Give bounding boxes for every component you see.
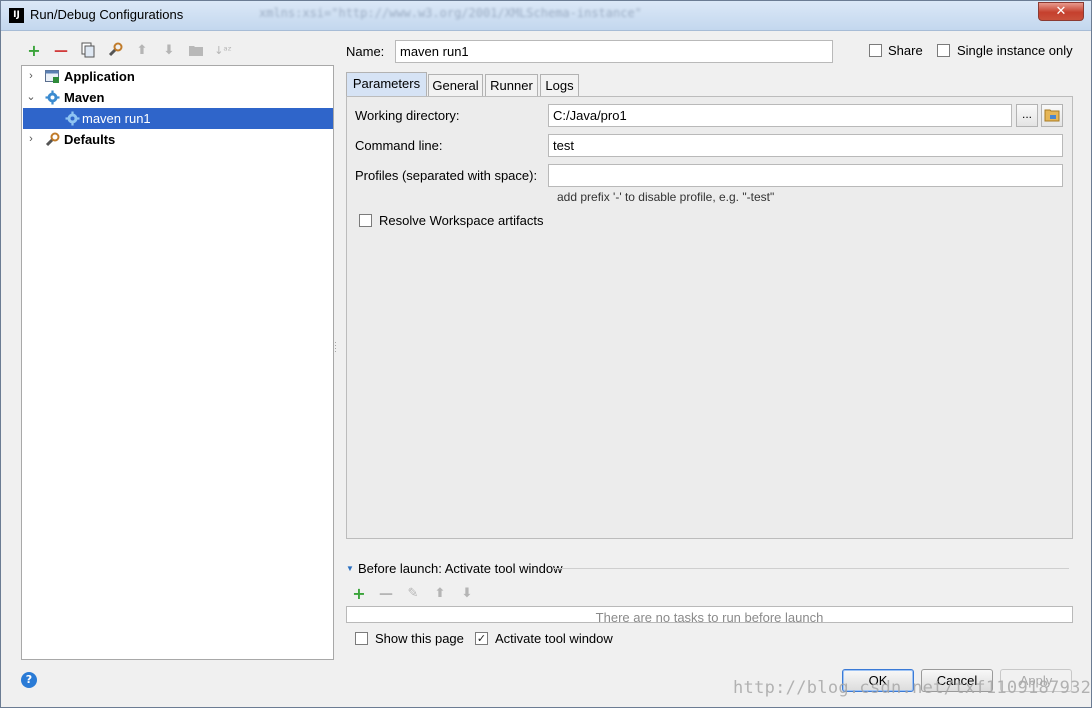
profiles-hint: add prefix '-' to disable profile, e.g. … <box>557 190 775 204</box>
resolve-workspace-checkbox[interactable] <box>359 214 372 227</box>
sort-icon[interactable]: ↓ᵃᶻ <box>214 42 232 60</box>
tab-runner[interactable]: Runner <box>485 74 538 96</box>
tab-logs[interactable]: Logs <box>540 74 579 96</box>
working-directory-field[interactable]: C:/Java/pro1 <box>548 104 1012 127</box>
browse-button[interactable]: ... <box>1016 104 1038 127</box>
title-bar-background-text: xmlns:xsi="http://www.w3.org/2001/XMLSch… <box>259 6 642 20</box>
command-line-field[interactable]: test <box>548 134 1063 157</box>
run-debug-configurations-dialog: IJ Run/Debug Configurations xmlns:xsi="h… <box>0 0 1092 708</box>
maven-gear-icon <box>45 90 60 105</box>
before-launch-title[interactable]: Before launch: Activate tool window <box>358 561 563 576</box>
tree-item-defaults[interactable]: › Defaults <box>23 129 333 150</box>
share-label: Share <box>888 43 923 58</box>
name-label: Name: <box>346 44 385 59</box>
remove-icon[interactable]: — <box>52 42 70 60</box>
edit-task-icon[interactable]: ✎ <box>404 585 422 603</box>
expand-triangle-icon[interactable]: ▼ <box>346 564 354 573</box>
single-instance-checkbox[interactable] <box>937 44 950 57</box>
tree-item-label: maven run1 <box>82 111 151 126</box>
tree-item-label: Defaults <box>64 132 116 147</box>
command-line-label: Command line: <box>355 138 443 153</box>
resolve-workspace-label: Resolve Workspace artifacts <box>379 213 544 228</box>
tree-item-label: Application <box>64 69 135 84</box>
share-checkbox[interactable] <box>869 44 882 57</box>
close-window-button[interactable]: ✕ <box>1038 2 1084 21</box>
configuration-tree[interactable]: › Application ⌄ Maven maven run1 › Defau… <box>21 65 334 660</box>
tab-general[interactable]: General <box>428 74 483 96</box>
working-directory-label: Working directory: <box>355 108 460 123</box>
module-folder-button[interactable] <box>1041 104 1063 127</box>
show-page-checkbox[interactable] <box>355 632 368 645</box>
tab-parameters[interactable]: Parameters <box>346 72 427 96</box>
expand-arrow-icon[interactable]: › <box>25 129 37 150</box>
help-icon[interactable]: ? <box>21 672 37 688</box>
folder-icon[interactable] <box>187 42 205 60</box>
edit-defaults-icon[interactable] <box>106 42 124 60</box>
tree-item-maven-run1[interactable]: maven run1 <box>23 108 333 129</box>
tree-item-label: Maven <box>64 90 105 105</box>
profiles-label: Profiles (separated with space): <box>355 168 538 183</box>
separator-line <box>554 568 1069 569</box>
move-task-down-icon[interactable]: ⬇ <box>458 585 476 603</box>
tree-item-application[interactable]: › Application <box>23 66 333 87</box>
add-task-icon[interactable]: + <box>350 585 368 603</box>
empty-task-list-text: There are no tasks to run before launch <box>595 610 824 623</box>
expand-arrow-icon[interactable]: › <box>25 66 37 87</box>
copy-icon[interactable] <box>79 42 97 60</box>
tree-item-maven[interactable]: ⌄ Maven <box>23 87 333 108</box>
activate-tool-window-label: Activate tool window <box>495 631 613 646</box>
title-bar: IJ Run/Debug Configurations xmlns:xsi="h… <box>1 1 1091 31</box>
show-page-label: Show this page <box>375 631 464 646</box>
window-title: Run/Debug Configurations <box>30 7 184 22</box>
defaults-wrench-icon <box>45 132 60 147</box>
collapse-arrow-icon[interactable]: ⌄ <box>25 87 37 108</box>
move-down-icon[interactable]: ⬇ <box>160 42 178 60</box>
move-up-icon[interactable]: ⬆ <box>133 42 151 60</box>
application-icon <box>45 69 60 84</box>
intellij-app-icon: IJ <box>9 8 24 23</box>
single-instance-label: Single instance only <box>957 43 1073 58</box>
profiles-field[interactable] <box>548 164 1063 187</box>
splitter-handle[interactable]: · · · · <box>334 338 337 356</box>
before-launch-task-list[interactable]: There are no tasks to run before launch <box>346 606 1073 623</box>
parameters-panel <box>346 96 1073 539</box>
maven-gear-icon <box>65 111 80 126</box>
add-icon[interactable]: + <box>25 42 43 60</box>
name-field[interactable]: maven run1 <box>395 40 833 63</box>
activate-tool-window-checkbox[interactable]: ✓ <box>475 632 488 645</box>
move-task-up-icon[interactable]: ⬆ <box>431 585 449 603</box>
remove-task-icon[interactable]: — <box>377 585 395 603</box>
watermark-text: http://blog.csdn.net/txf1109187932 <box>733 678 1092 698</box>
